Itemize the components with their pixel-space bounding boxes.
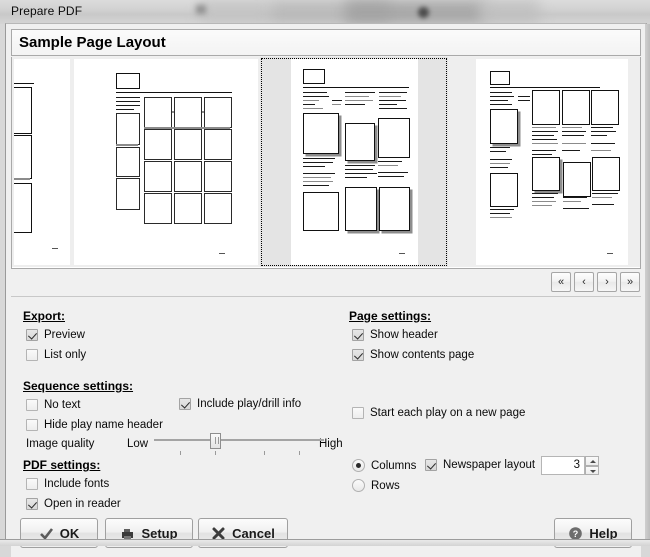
slider-thumb[interactable] [210, 433, 221, 449]
columns-label: Columns [371, 459, 417, 472]
thumbnail-layout-newspaper[interactable] [260, 57, 448, 267]
include-fonts-label: Include fonts [44, 478, 110, 490]
image-quality-label: Image quality [26, 438, 95, 450]
stepper-down-icon[interactable] [585, 465, 599, 475]
layout-thumbnail-carousel[interactable] [11, 57, 641, 269]
slider-tick [180, 451, 181, 455]
checkbox-icon[interactable] [179, 398, 191, 410]
start-each-play-checkbox-row[interactable]: Start each play on a new page [352, 407, 525, 419]
checkbox-icon[interactable] [26, 419, 38, 431]
checkbox-icon[interactable] [425, 459, 437, 471]
pdf-group-title: PDF settings: [23, 458, 101, 472]
include-fonts-checkbox-row[interactable]: Include fonts [26, 478, 109, 490]
svg-text:?: ? [573, 529, 579, 539]
rows-label: Rows [371, 479, 400, 492]
page-group-title: Page settings: [349, 309, 432, 323]
titlebar-blur-3 [345, 0, 485, 24]
show-header-label: Show header [370, 329, 438, 341]
column-count-input[interactable]: 3 [541, 456, 585, 475]
first-page-button[interactable]: « [551, 272, 571, 292]
slider-tick [215, 451, 216, 455]
next-page-button[interactable]: › [597, 272, 617, 292]
list-only-label: List only [44, 349, 87, 361]
thumbnail-layout-partial-left[interactable] [12, 57, 72, 267]
dialog-client-area: Sample Page Layout « ‹ › » Export: Previ… [5, 23, 647, 557]
columns-radio-row[interactable]: Columns [352, 459, 416, 472]
settings-panel: Export: Preview List only Sequence setti… [11, 296, 641, 510]
checkbox-icon[interactable] [26, 478, 38, 490]
show-contents-page-label: Show contents page [370, 349, 475, 361]
column-count-stepper[interactable] [585, 456, 599, 475]
dialog-button-bar: OK Setup Cancel ? Help [11, 513, 641, 557]
titlebar-blur-1 [200, 0, 270, 24]
newspaper-layout-label: Newspaper layout [443, 459, 536, 471]
carousel-navigation[interactable]: « ‹ › » [551, 272, 640, 296]
stepper-up-icon[interactable] [585, 456, 599, 466]
show-header-checkbox-row[interactable]: Show header [352, 329, 438, 341]
slider-track [154, 439, 324, 441]
preview-label: Preview [44, 329, 85, 341]
thumbnail-layout-grid[interactable] [72, 57, 260, 267]
checkbox-icon[interactable] [352, 349, 364, 361]
sequence-group-title: Sequence settings: [23, 379, 134, 393]
checkbox-icon[interactable] [352, 407, 364, 419]
open-in-reader-label: Open in reader [44, 498, 121, 510]
previous-page-button[interactable]: ‹ [574, 272, 594, 292]
radio-icon[interactable] [352, 479, 365, 492]
checkbox-icon[interactable] [352, 329, 364, 341]
titlebar-artifact-1 [196, 5, 206, 14]
window-right-edge [645, 24, 650, 539]
thumbnail-layout-mixed[interactable] [448, 57, 640, 267]
hide-play-header-label: Hide play name header [44, 419, 163, 431]
preview-checkbox-row[interactable]: Preview [26, 329, 85, 341]
image-quality-slider[interactable] [154, 433, 324, 455]
slider-tick [264, 451, 265, 455]
export-group-title: Export: [23, 309, 65, 323]
no-text-checkbox-row[interactable]: No text [26, 399, 80, 411]
newspaper-layout-checkbox-row[interactable]: Newspaper layout [425, 459, 535, 471]
list-only-checkbox-row[interactable]: List only [26, 349, 86, 361]
image-quality-low-label: Low [127, 438, 149, 450]
titlebar-artifact-2 [418, 7, 429, 18]
slider-tick [299, 451, 300, 455]
open-in-reader-checkbox-row[interactable]: Open in reader [26, 498, 121, 510]
no-text-label: No text [44, 399, 81, 411]
title-bar[interactable]: Prepare PDF [0, 0, 650, 24]
page-title: Sample Page Layout [19, 34, 166, 51]
rows-radio-row[interactable]: Rows [352, 479, 400, 492]
checkbox-icon[interactable] [26, 399, 38, 411]
prepare-pdf-dialog: Prepare PDF Sample Page Layout « ‹ › » E… [0, 0, 650, 557]
include-play-info-label: Include play/drill info [197, 398, 302, 410]
last-page-button[interactable]: » [620, 272, 640, 292]
checkbox-icon[interactable] [26, 349, 38, 361]
include-play-info-checkbox-row[interactable]: Include play/drill info [179, 398, 301, 410]
start-each-play-label: Start each play on a new page [370, 407, 526, 419]
titlebar-blur-4 [480, 0, 540, 24]
window-title: Prepare PDF [11, 4, 83, 18]
section-header-bar: Sample Page Layout [11, 29, 641, 56]
checkbox-icon[interactable] [26, 329, 38, 341]
show-contents-page-checkbox-row[interactable]: Show contents page [352, 349, 474, 361]
radio-icon[interactable] [352, 459, 365, 472]
checkbox-icon[interactable] [26, 498, 38, 510]
hide-play-header-checkbox-row[interactable]: Hide play name header [26, 419, 163, 431]
